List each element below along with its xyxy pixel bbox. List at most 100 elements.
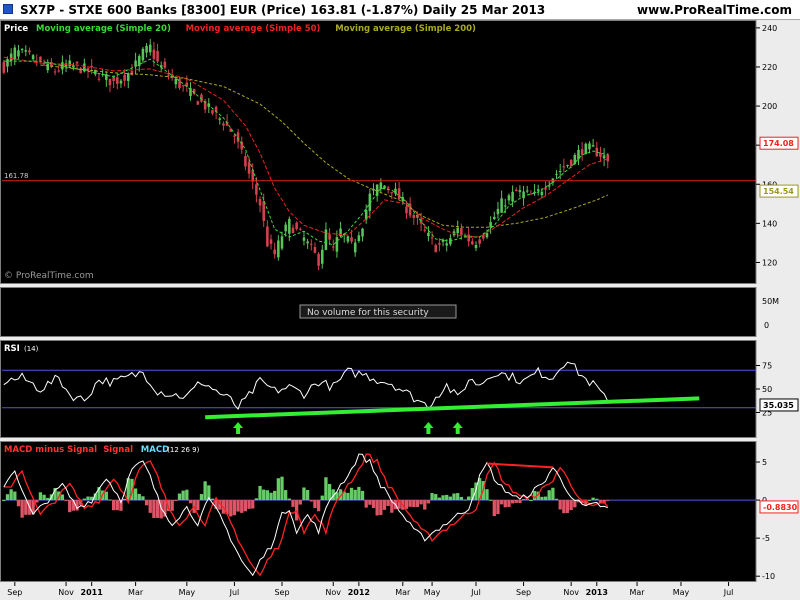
price-panel-plot-area[interactable]: [0, 20, 757, 284]
histogram-bar: [463, 499, 467, 501]
candle-body: [17, 50, 20, 57]
candle-body: [324, 229, 328, 250]
histogram-bar: [562, 500, 566, 514]
candle-body: [525, 190, 529, 192]
candle-body: [145, 45, 148, 53]
histogram-bar: [104, 491, 108, 501]
candle-body: [141, 48, 145, 61]
candle-body: [350, 237, 353, 242]
histogram-bar: [412, 500, 416, 508]
histogram-bar: [371, 500, 376, 508]
histogram-bar: [298, 500, 302, 505]
candle-body: [72, 65, 75, 68]
histogram-bar: [273, 490, 277, 501]
watermark: © ProRealTime.com: [4, 271, 94, 281]
rsi-panel-plot-area[interactable]: [0, 340, 757, 438]
time-tick-label: 2012: [348, 588, 370, 597]
histogram-bar: [507, 500, 511, 507]
histogram-bar: [188, 500, 193, 504]
histogram-bar: [529, 500, 533, 502]
histogram-bar: [170, 500, 174, 511]
histogram-bar: [521, 499, 526, 501]
candle-body: [507, 195, 511, 201]
histogram-bar: [430, 493, 434, 501]
legend-price: Price: [4, 24, 28, 34]
histogram-bar: [122, 498, 127, 501]
time-tick-label: Mar: [128, 588, 144, 597]
histogram-bar: [280, 476, 284, 501]
chart-window: SX7P - STXE 600 Banks [8300] EUR (Price)…: [0, 0, 800, 600]
candle-body: [75, 61, 79, 64]
candle-body: [496, 208, 500, 215]
candle-body: [599, 152, 602, 157]
chart-canvas[interactable]: 120140160180200220240161.78174.08154.54P…: [0, 20, 800, 600]
candle-body: [211, 110, 214, 114]
histogram-bar: [492, 500, 496, 517]
candle-body: [116, 77, 119, 84]
histogram-bar: [240, 500, 244, 513]
candle-body: [9, 53, 13, 62]
time-tick-label: May: [424, 588, 441, 597]
candle-body: [445, 243, 448, 246]
histogram-bar: [514, 500, 518, 503]
histogram-bar: [258, 485, 262, 501]
histogram-bar: [236, 500, 240, 512]
histogram-bar: [316, 500, 321, 512]
candle-body: [97, 78, 101, 80]
candle-body: [540, 191, 544, 196]
histogram-bar: [360, 490, 365, 501]
candle-body: [20, 48, 24, 50]
candle-body: [284, 224, 287, 232]
candle-body: [471, 241, 474, 245]
histogram-bar: [2, 500, 6, 502]
histogram-bar: [386, 500, 390, 506]
histogram-bar: [291, 500, 295, 507]
histogram-bar: [64, 500, 68, 502]
candle-body: [247, 162, 251, 174]
candle-body: [24, 50, 28, 52]
candle-body: [255, 184, 258, 195]
histogram-bar: [456, 493, 460, 501]
candle-body: [386, 187, 390, 189]
candle-body: [156, 50, 159, 62]
histogram-bar: [133, 488, 138, 501]
histogram-bar: [404, 500, 409, 509]
last-price-tag: 174.08: [759, 136, 799, 150]
histogram-bar: [302, 487, 306, 501]
histogram-bar: [496, 500, 500, 515]
candle-body: [518, 190, 522, 192]
candle-body: [295, 222, 298, 229]
candle-body: [438, 243, 441, 245]
candle-body: [130, 71, 134, 76]
histogram-bar: [181, 490, 185, 501]
candle-body: [123, 74, 126, 81]
candle-body: [456, 227, 459, 234]
support-line-label: 161.78: [4, 172, 29, 180]
histogram-bar: [16, 500, 21, 507]
candle-body: [503, 205, 507, 207]
candle-body: [306, 241, 309, 244]
histogram-bar: [379, 500, 383, 515]
candle-body: [423, 229, 427, 231]
candle-body: [394, 188, 397, 194]
histogram-bar: [284, 490, 288, 501]
y-tick-label: 220: [762, 63, 777, 72]
histogram-bar: [262, 489, 266, 501]
histogram-bar: [591, 497, 595, 501]
histogram-bar: [108, 499, 112, 501]
candle-body: [555, 174, 558, 176]
histogram-bar: [199, 494, 204, 501]
histogram-bar: [144, 500, 149, 506]
histogram-bar: [547, 490, 551, 501]
legend-macd: MACD: [141, 445, 169, 455]
histogram-bar: [364, 500, 368, 508]
histogram-bar: [595, 498, 599, 501]
histogram-bar: [24, 500, 28, 515]
candle-body: [280, 236, 284, 249]
histogram-bar: [426, 500, 431, 504]
candle-body: [514, 189, 518, 192]
candle-body: [119, 80, 123, 84]
histogram-bar: [20, 500, 24, 518]
no-volume-box: No volume for this security: [299, 304, 457, 319]
histogram-bar: [137, 493, 141, 501]
